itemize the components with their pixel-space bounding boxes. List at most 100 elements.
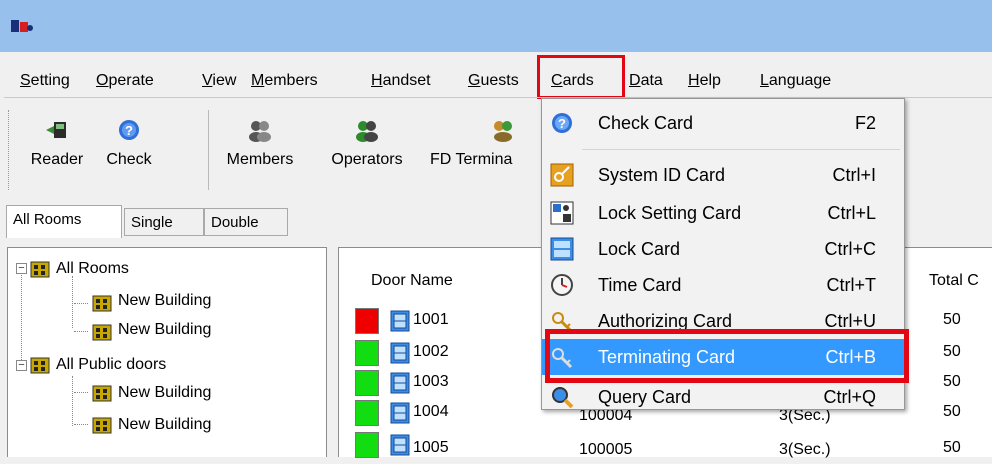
total-cell: 50 (943, 373, 961, 390)
time-card-icon (551, 274, 573, 296)
total-cell: 50 (943, 439, 961, 456)
dd-label: System ID Card (598, 165, 726, 185)
dd-label: Lock Card (598, 239, 681, 259)
building-icon (30, 357, 50, 374)
reader-icon (46, 122, 66, 138)
app-logo-icon (11, 20, 33, 32)
operators-label: Operators (331, 151, 403, 168)
terminating-card-highlight-box (545, 329, 909, 383)
door-icon (390, 342, 410, 364)
building-icon (92, 385, 112, 402)
menu-view[interactable]: View (202, 72, 236, 90)
menu-separator (582, 149, 900, 150)
menu-operate[interactable]: Operate (96, 72, 154, 90)
door-icon (390, 434, 410, 456)
help-question-icon: ? (119, 120, 139, 140)
tree-new-building-2[interactable]: New Building (118, 321, 211, 339)
door-status-indicator (355, 340, 379, 366)
col-door-name[interactable]: Door Name (371, 272, 453, 290)
lock-setting-card-icon (550, 201, 574, 225)
total-cell: 50 (943, 343, 961, 360)
menu-handset[interactable]: Handset (371, 72, 431, 90)
dd-label: Time Card (598, 275, 682, 295)
col-total[interactable]: Total C (929, 272, 979, 290)
tab-single[interactable]: Single (124, 208, 204, 236)
door-icon (390, 402, 410, 424)
total-cell: 50 (943, 403, 961, 420)
menu-time-card[interactable]: Time Card Ctrl+T (542, 267, 904, 303)
system-id-card-icon (550, 163, 574, 187)
menu-lock-card[interactable]: Lock Card Ctrl+C (542, 231, 904, 267)
menu-setting[interactable]: Setting (20, 72, 70, 90)
menu-help[interactable]: Help (688, 72, 721, 90)
title-bar (0, 0, 992, 52)
dd-label: Lock Setting Card (598, 203, 742, 223)
dd-shortcut: Ctrl+L (827, 203, 876, 223)
building-icon (92, 324, 112, 341)
door-name-cell: 1003 (413, 373, 449, 390)
door-icon (390, 310, 410, 332)
menu-lock-setting-card[interactable]: Lock Setting Card Ctrl+L (542, 195, 904, 231)
menu-data[interactable]: Data (629, 72, 663, 90)
check-label: Check (106, 151, 152, 168)
total-cell: 50 (943, 311, 961, 328)
members-icon (249, 121, 271, 142)
door-status-indicator (355, 432, 379, 458)
reader-label: Reader (30, 151, 84, 168)
members-label: Members (226, 151, 294, 168)
cards-menu-highlight-box (537, 55, 625, 99)
tree-new-building-1[interactable]: New Building (118, 292, 211, 310)
toolbar-separator (208, 110, 209, 190)
collapse-all-rooms-icon[interactable]: − (16, 263, 27, 274)
reader-button[interactable]: Reader (26, 118, 88, 169)
menu-guests[interactable]: Guests (468, 72, 519, 90)
building-tree: − All Rooms New Building New Building − … (7, 247, 327, 457)
members-button[interactable]: Members (222, 118, 298, 169)
fd-terminal-label: FD Termina (430, 151, 513, 168)
menu-check-card[interactable]: ? Check Card F2 (542, 105, 904, 141)
menu-language[interactable]: Language (760, 72, 831, 90)
dd-shortcut: Ctrl+I (832, 165, 876, 185)
fd-terminal-icon (494, 121, 512, 142)
door-name-cell: 1001 (413, 311, 449, 328)
door-icon (390, 372, 410, 394)
menu-bar: Setting Operate View Members Handset Gue… (0, 62, 992, 94)
check-button[interactable]: ? Check (98, 118, 160, 169)
door-name-cell: 1005 (413, 439, 449, 456)
door-status-indicator (355, 308, 379, 334)
dd-label: Query Card (598, 387, 692, 407)
door-status-indicator (355, 400, 379, 426)
query-card-icon (552, 387, 574, 409)
dd-shortcut: Ctrl+Q (823, 387, 876, 407)
tree-new-building-3[interactable]: New Building (118, 384, 211, 402)
tab-all-rooms[interactable]: All Rooms (6, 205, 122, 238)
tree-new-building-4[interactable]: New Building (118, 416, 211, 434)
tree-all-public-doors[interactable]: All Public doors (56, 356, 166, 374)
table-row[interactable]: 1005 100005 3(Sec.) 50 (339, 432, 992, 464)
door-status-indicator (355, 370, 379, 396)
svg-text:?: ? (125, 123, 133, 138)
svg-text:?: ? (558, 116, 566, 131)
building-icon (92, 417, 112, 434)
door-name-cell: 1004 (413, 403, 449, 420)
tab-double[interactable]: Double (204, 208, 288, 236)
building-icon (92, 295, 112, 312)
dd-shortcut: Ctrl+T (826, 275, 877, 295)
collapse-public-doors-icon[interactable]: − (16, 360, 27, 371)
operators-button[interactable]: Operators (326, 118, 408, 169)
menu-system-id-card[interactable]: System ID Card Ctrl+I (542, 157, 904, 193)
dd-label: Check Card (598, 113, 694, 133)
fd-terminal-button[interactable]: FD Termina (424, 118, 524, 169)
menu-members[interactable]: Members (251, 72, 318, 90)
delay-cell: 3(Sec.) (779, 441, 831, 458)
door-name-cell: 1002 (413, 343, 449, 360)
card-id-cell: 100005 (579, 441, 633, 458)
check-card-icon: ? (552, 113, 572, 133)
dd-shortcut: F2 (854, 113, 876, 133)
menu-query-card[interactable]: Query Card Ctrl+Q (542, 379, 904, 415)
tree-all-rooms[interactable]: All Rooms (56, 260, 129, 278)
building-icon (30, 261, 50, 278)
operators-icon (356, 121, 378, 142)
lock-card-icon (550, 237, 574, 261)
dd-shortcut: Ctrl+C (824, 239, 876, 259)
